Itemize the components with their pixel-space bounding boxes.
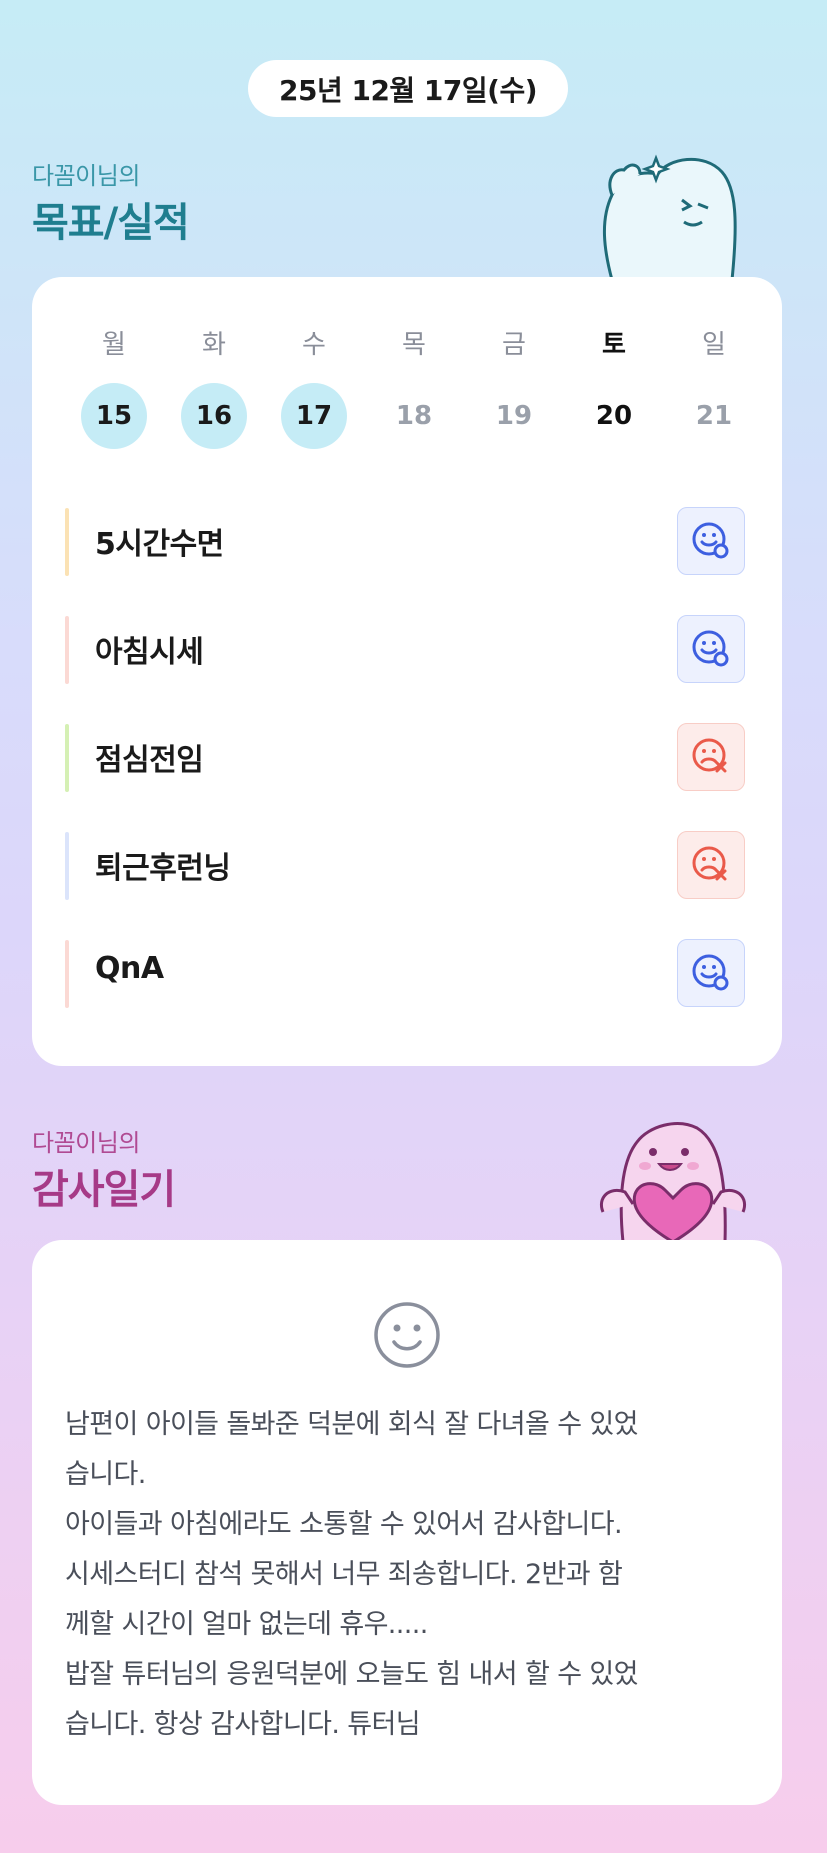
day-name: 일 bbox=[702, 330, 726, 360]
day-number[interactable]: 21 bbox=[681, 383, 747, 449]
day-number[interactable]: 17 bbox=[281, 383, 347, 449]
goal-status-badge[interactable] bbox=[677, 615, 745, 683]
goal-color-bar bbox=[65, 616, 69, 684]
goal-label: QnA bbox=[95, 951, 164, 986]
day-name: 월 bbox=[102, 330, 126, 360]
day-column-tue[interactable]: 화 16 bbox=[164, 327, 264, 449]
goal-label: 아침시세 bbox=[95, 635, 204, 670]
day-name: 토 bbox=[602, 330, 626, 360]
day-column-thu[interactable]: 목 18 bbox=[364, 327, 464, 449]
goal-label: 5시간수면 bbox=[95, 527, 224, 562]
goal-item[interactable]: 점심전임 bbox=[65, 711, 745, 819]
goal-label: 퇴근후런닝 bbox=[95, 851, 231, 886]
smile-check-icon bbox=[692, 630, 729, 667]
day-number[interactable]: 19 bbox=[481, 383, 547, 449]
gratitude-section-title: 감사일기 bbox=[32, 1167, 176, 1213]
week-calendar: 월 15 화 16 수 17 목 18 금 19 토 20 일 21 bbox=[64, 327, 764, 449]
goal-label: 점심전임 bbox=[95, 743, 204, 778]
day-number[interactable]: 20 bbox=[581, 383, 647, 449]
sad-x-icon bbox=[692, 846, 727, 881]
sad-x-icon bbox=[692, 738, 727, 773]
pink-mascot-icon bbox=[600, 1122, 746, 1242]
goal-item[interactable]: QnA bbox=[65, 927, 745, 1035]
goal-color-bar bbox=[65, 832, 69, 900]
day-name: 금 bbox=[502, 330, 526, 360]
gratitude-section-subtitle: 다꼼이님의 bbox=[32, 1129, 140, 1157]
day-column-sun[interactable]: 일 21 bbox=[664, 327, 764, 449]
goal-item[interactable]: 퇴근후런닝 bbox=[65, 819, 745, 927]
goal-status-badge[interactable] bbox=[677, 723, 745, 791]
day-name: 수 bbox=[302, 330, 326, 360]
goal-list: 5시간수면 아침시세 점심전임 퇴근후런닝 QnA bbox=[65, 495, 745, 1035]
goal-status-badge[interactable] bbox=[677, 939, 745, 1007]
goal-status-badge[interactable] bbox=[677, 831, 745, 899]
goal-card: 월 15 화 16 수 17 목 18 금 19 토 20 일 21 5시간수면… bbox=[32, 277, 782, 1066]
day-column-mon[interactable]: 월 15 bbox=[64, 327, 164, 449]
smile-icon bbox=[374, 1302, 440, 1368]
goal-item[interactable]: 5시간수면 bbox=[65, 495, 745, 603]
goal-color-bar bbox=[65, 508, 69, 576]
goal-section-title: 목표/실적 bbox=[32, 200, 190, 246]
gratitude-card: 남편이 아이들 돌봐준 덕분에 회식 잘 다녀올 수 있었 습니다. 아이들과 … bbox=[32, 1240, 782, 1805]
day-number[interactable]: 15 bbox=[81, 383, 147, 449]
day-number[interactable]: 18 bbox=[381, 383, 447, 449]
goal-color-bar bbox=[65, 724, 69, 792]
goal-color-bar bbox=[65, 940, 69, 1008]
day-name: 목 bbox=[402, 330, 426, 360]
day-name: 화 bbox=[202, 330, 226, 360]
goal-status-badge[interactable] bbox=[677, 507, 745, 575]
day-column-sat[interactable]: 토 20 bbox=[564, 327, 664, 449]
date-pill[interactable]: 25년 12월 17일(수) bbox=[248, 60, 568, 117]
gratitude-text: 남편이 아이들 돌봐준 덕분에 회식 잘 다녀올 수 있었 습니다. 아이들과 … bbox=[65, 1409, 639, 1740]
day-number[interactable]: 16 bbox=[181, 383, 247, 449]
goal-item[interactable]: 아침시세 bbox=[65, 603, 745, 711]
day-column-fri[interactable]: 금 19 bbox=[464, 327, 564, 449]
smile-check-icon bbox=[692, 522, 729, 559]
goal-section-subtitle: 다꼼이님의 bbox=[32, 162, 140, 190]
smile-check-icon bbox=[692, 954, 729, 991]
day-column-wed[interactable]: 수 17 bbox=[264, 327, 364, 449]
ghost-mascot-icon bbox=[603, 154, 737, 280]
